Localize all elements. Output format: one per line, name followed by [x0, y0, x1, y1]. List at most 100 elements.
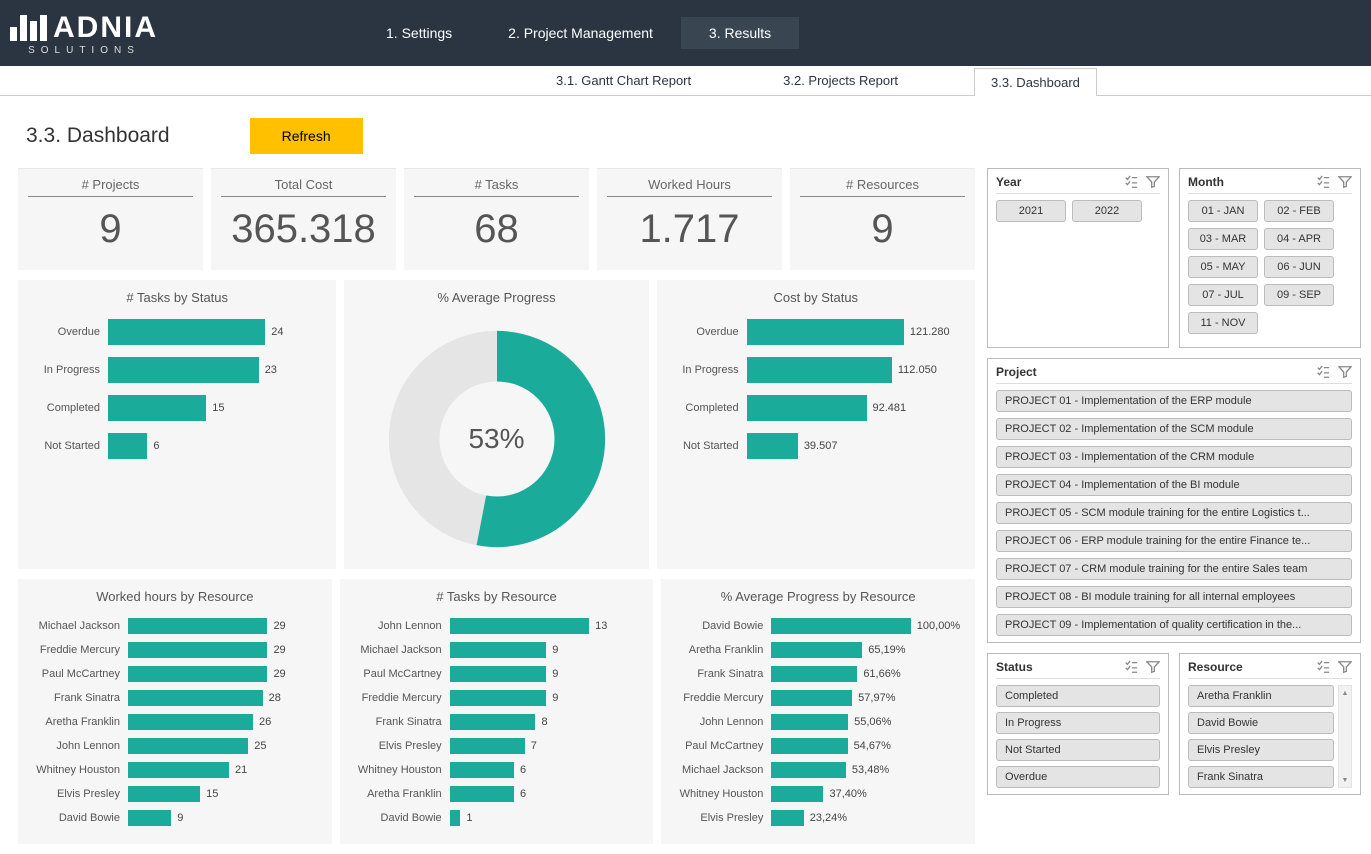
filter-title: Year	[996, 175, 1021, 189]
bar-label: Elvis Presley	[671, 812, 771, 824]
filter-chip[interactable]: Elvis Presley	[1188, 739, 1334, 761]
filter-chip[interactable]: 03 - MAR	[1188, 228, 1258, 250]
bar-label: Aretha Franklin	[350, 788, 450, 800]
filter-chip[interactable]: PROJECT 09 - Implementation of quality c…	[996, 614, 1352, 636]
bar-label: Frank Sinatra	[671, 668, 771, 680]
filter-chip[interactable]: 09 - SEP	[1264, 284, 1334, 306]
filter-chip[interactable]: Not Started	[996, 739, 1160, 761]
bar-track: 29	[128, 666, 322, 682]
chart-body: Overdue 24 In Progress 23 Completed 15 N…	[28, 319, 326, 459]
filter-chip[interactable]: Completed	[996, 685, 1160, 707]
scroll-up-icon[interactable]: ▲	[1339, 686, 1351, 700]
bar-track: 13	[450, 618, 644, 634]
bar-row: Frank Sinatra 8	[350, 714, 644, 730]
filter-chip[interactable]: Frank Sinatra	[1188, 766, 1334, 788]
filter-chip[interactable]: 2022	[1072, 200, 1142, 222]
bar-label: In Progress	[28, 364, 108, 376]
bar-fill	[771, 762, 846, 778]
filter-chip[interactable]: 11 - NOV	[1188, 312, 1258, 334]
filter-row-status-resource: Status CompletedIn ProgressNot StartedOv…	[987, 653, 1361, 795]
filter-chip[interactable]: David Bowie	[1188, 712, 1334, 734]
scroll-down-icon[interactable]: ▼	[1339, 773, 1351, 787]
bar-row: Whitney Houston 6	[350, 762, 644, 778]
bar-track: 25	[128, 738, 322, 754]
nav-tab[interactable]: 2. Project Management	[480, 17, 681, 49]
filter-chip[interactable]: PROJECT 02 - Implementation of the SCM m…	[996, 418, 1352, 440]
scrollbar[interactable]: ▲ ▼	[1338, 685, 1352, 788]
sub-tab[interactable]: 3.2. Projects Report	[767, 67, 914, 94]
bar-track: 6	[450, 786, 644, 802]
multi-select-icon[interactable]	[1124, 175, 1138, 189]
filter-title: Resource	[1188, 660, 1243, 674]
kpi-value: 9	[18, 207, 203, 252]
bar-value: 112.050	[898, 364, 937, 376]
filter-chip[interactable]: PROJECT 08 - BI module training for all …	[996, 586, 1352, 608]
filter-chip[interactable]: Aretha Franklin	[1188, 685, 1334, 707]
filter-chip[interactable]: PROJECT 04 - Implementation of the BI mo…	[996, 474, 1352, 496]
filter-status: Status CompletedIn ProgressNot StartedOv…	[987, 653, 1169, 795]
bar-fill	[771, 666, 857, 682]
clear-filter-icon[interactable]	[1338, 175, 1352, 189]
filter-chip[interactable]: 02 - FEB	[1264, 200, 1334, 222]
kpi-label: Total Cost	[221, 177, 386, 197]
filter-chip[interactable]: 2021	[996, 200, 1066, 222]
filter-chip[interactable]: PROJECT 06 - ERP module training for the…	[996, 530, 1352, 552]
filter-chip[interactable]: 05 - MAY	[1188, 256, 1258, 278]
bar-track: 112.050	[747, 357, 965, 383]
page-title: 3.3. Dashboard	[26, 124, 170, 148]
kpi-row: # Projects9Total Cost365.318# Tasks68Wor…	[18, 168, 975, 270]
filter-chip[interactable]: 01 - JAN	[1188, 200, 1258, 222]
filter-resource: Resource Aretha Franklin David Bowie Elvis…	[1179, 653, 1361, 795]
clear-filter-icon[interactable]	[1338, 660, 1352, 674]
filter-chip[interactable]: PROJECT 05 - SCM module training for the…	[996, 502, 1352, 524]
bar-value: 23	[265, 364, 277, 376]
bar-track: 7	[450, 738, 644, 754]
refresh-button[interactable]: Refresh	[250, 118, 363, 154]
bar-fill	[128, 810, 171, 826]
filter-chip[interactable]: 07 - JUL	[1188, 284, 1258, 306]
bar-value: 24	[271, 326, 283, 338]
bar-value: 15	[212, 402, 224, 414]
chart-cost-by-status: Cost by Status Overdue 121.280 In Progre…	[657, 280, 975, 569]
bar-label: Paul McCartney	[350, 668, 450, 680]
nav-tab[interactable]: 1. Settings	[358, 17, 480, 49]
bar-track: 9	[450, 666, 644, 682]
bar-row: In Progress 112.050	[667, 357, 965, 383]
filter-chip[interactable]: In Progress	[996, 712, 1160, 734]
multi-select-icon[interactable]	[1124, 660, 1138, 674]
bar-value: 28	[269, 692, 281, 704]
bar-label: Freddie Mercury	[28, 644, 128, 656]
filter-chip[interactable]: PROJECT 03 - Implementation of the CRM m…	[996, 446, 1352, 468]
nav-tab[interactable]: 3. Results	[681, 17, 799, 49]
clear-filter-icon[interactable]	[1146, 660, 1160, 674]
clear-filter-icon[interactable]	[1338, 365, 1352, 379]
kpi-card: # Resources9	[790, 168, 975, 270]
bar-value: 9	[552, 692, 558, 704]
clear-filter-icon[interactable]	[1146, 175, 1160, 189]
bar-track: 39.507	[747, 433, 965, 459]
bar-row: John Lennon 13	[350, 618, 644, 634]
chart-tasks-by-status: # Tasks by Status Overdue 24 In Progress…	[18, 280, 336, 569]
bar-row: Michael Jackson 9	[350, 642, 644, 658]
filter-chips: Aretha Franklin David Bowie Elvis Presley F…	[1188, 685, 1334, 788]
multi-select-icon[interactable]	[1316, 175, 1330, 189]
bar-label: Not Started	[667, 440, 747, 452]
multi-select-icon[interactable]	[1316, 660, 1330, 674]
filter-chip[interactable]: PROJECT 01 - Implementation of the ERP m…	[996, 390, 1352, 412]
bar-track: 55,06%	[771, 714, 965, 730]
filter-chip[interactable]: PROJECT 07 - CRM module training for the…	[996, 558, 1352, 580]
bar-track: 23,24%	[771, 810, 965, 826]
filter-chip[interactable]: 06 - JUN	[1264, 256, 1334, 278]
bar-track: 21	[128, 762, 322, 778]
bar-fill	[771, 738, 847, 754]
bar-value: 39.507	[804, 440, 838, 452]
bar-value: 57,97%	[858, 692, 895, 704]
sub-tab[interactable]: 3.1. Gantt Chart Report	[540, 67, 707, 94]
filter-chip[interactable]: Overdue	[996, 766, 1160, 788]
sub-tab[interactable]: 3.3. Dashboard	[974, 68, 1097, 96]
filter-chip[interactable]: 04 - APR	[1264, 228, 1334, 250]
bar-fill	[771, 690, 852, 706]
bar-label: Paul McCartney	[28, 668, 128, 680]
multi-select-icon[interactable]	[1316, 365, 1330, 379]
bar-row: Completed 92.481	[667, 395, 965, 421]
